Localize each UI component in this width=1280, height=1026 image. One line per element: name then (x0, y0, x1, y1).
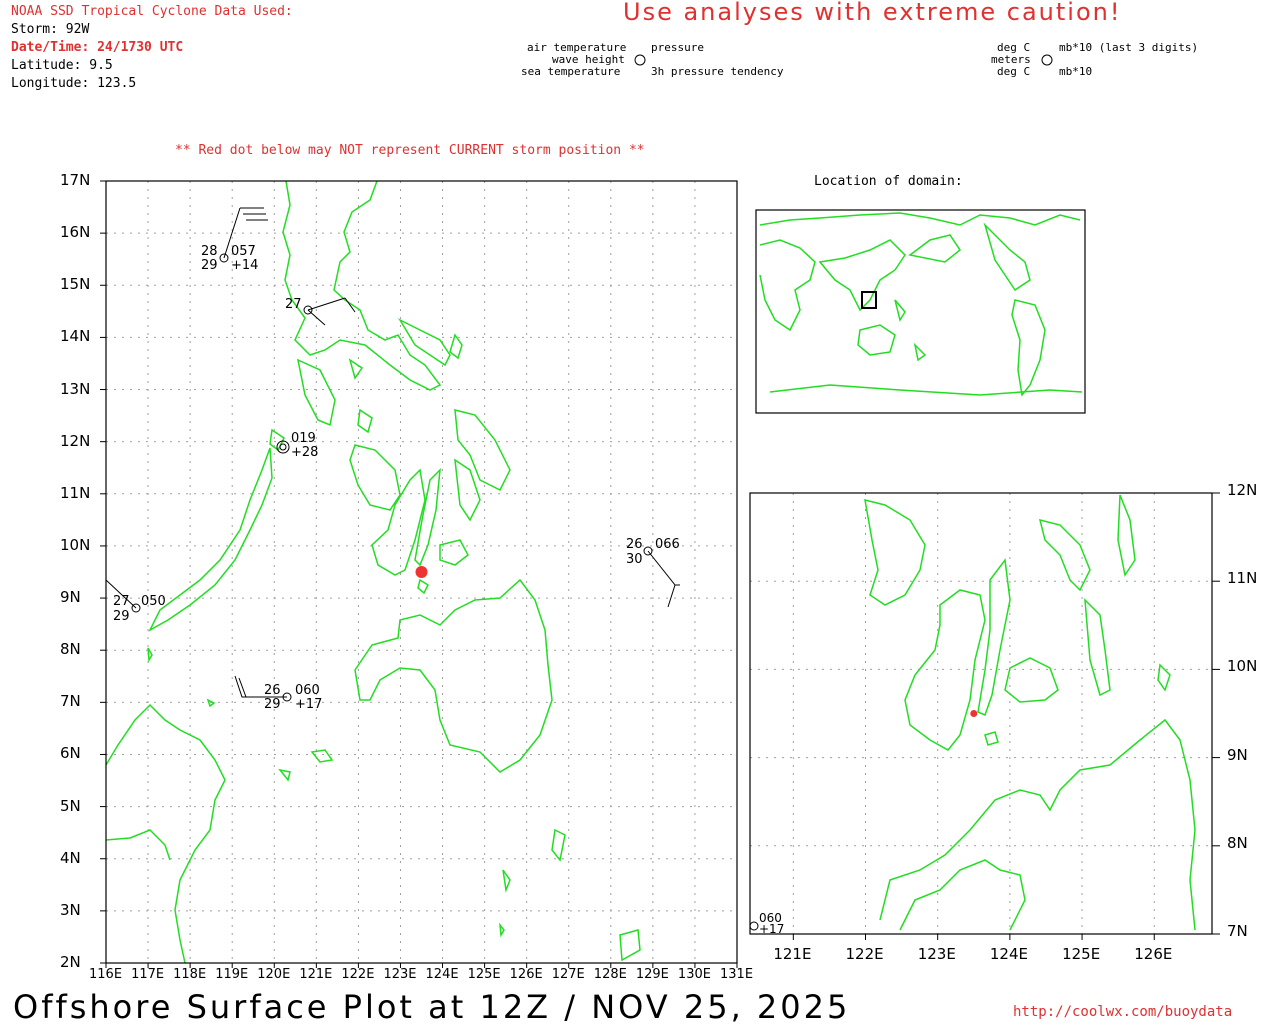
world-coastline (759, 212, 1083, 397)
station-pressure: 050 (141, 594, 166, 609)
lat-label: 2N (60, 953, 81, 971)
lat-label: 6N (60, 744, 81, 763)
inset-title: Location of domain: (814, 174, 963, 189)
station-sea-temp: 29 (201, 258, 218, 273)
lon-label: 124E (425, 967, 459, 982)
lat-label: 17N (60, 171, 91, 189)
zoom-lat-label: 12N (1227, 481, 1258, 499)
location-inset (755, 209, 1086, 414)
lon-label: 130E (677, 967, 711, 982)
lat-label: 16N (60, 223, 91, 242)
lon-label: 118E (173, 967, 207, 982)
station-air-temp: 26 (264, 683, 281, 698)
plot-canvas (100, 54, 1220, 968)
zoom-lat-label: 8N (1227, 833, 1248, 852)
zoom-lat-label: 11N (1227, 569, 1258, 588)
lat-label: 12N (60, 431, 91, 450)
zoom-lat-label: 7N (1227, 922, 1248, 940)
lat-label: 11N (60, 483, 91, 502)
station-air-temp: 26 (626, 537, 643, 552)
station-pressure: 066 (655, 537, 680, 552)
zoom-lon-label: 123E (917, 945, 956, 963)
lat-label: 9N (60, 588, 81, 607)
lat-label: 8N (60, 640, 81, 659)
station-plot (303, 297, 356, 326)
zoom-map-ticks (792, 492, 1220, 940)
station-sea-temp: 29 (113, 609, 130, 624)
zoom-map-coastline (864, 494, 1196, 931)
source-url[interactable]: http://coolwx.com/buoydata (1013, 1004, 1232, 1020)
zoom-station-circle (749, 921, 759, 931)
zoom-lon-label: 126E (1134, 945, 1173, 963)
lon-label: 123E (383, 967, 417, 982)
legend-units-circle (1041, 54, 1053, 66)
station-tendency: +17 (295, 697, 323, 712)
lon-label: 126E (509, 967, 543, 982)
station-pressure: 060 (295, 683, 320, 698)
lon-label: 122E (341, 967, 375, 982)
station-pressure: 057 (231, 244, 256, 259)
lon-label: 128E (593, 967, 627, 982)
station-tendency: +28 (291, 445, 319, 460)
legend-station-circle (634, 54, 646, 66)
zoom-lat-label: 9N (1227, 745, 1248, 764)
station-air-temp: 28 (201, 244, 218, 259)
station-plot (234, 675, 292, 702)
lon-label: 131E (720, 967, 754, 982)
zoom-lat-label: 10N (1227, 657, 1258, 676)
inset-frame (755, 209, 1086, 414)
lon-label: 129E (635, 967, 669, 982)
lon-label: 119E (215, 967, 249, 982)
storm-position-dot (415, 566, 428, 578)
lat-label: 7N (60, 692, 81, 711)
zoom-lon-label: 121E (773, 945, 812, 963)
station-air-temp: 27 (285, 297, 302, 312)
lat-label: 15N (60, 275, 91, 294)
station-pressure: 019 (291, 431, 316, 446)
lon-label: 125E (467, 967, 501, 982)
lon-label: 121E (299, 967, 333, 982)
main-map-coastline (105, 180, 641, 964)
zoom-lon-label: 122E (845, 945, 884, 963)
station-air-temp: 27 (113, 594, 130, 609)
lon-label: 120E (257, 967, 291, 982)
lon-label: 116E (89, 967, 123, 982)
plot-title: Offshore Surface Plot at 12Z / NOV 25, 2… (13, 988, 851, 1026)
lat-label: 13N (60, 379, 91, 398)
station-tendency: +14 (231, 258, 259, 273)
zoom-station-tendency: +17 (759, 922, 785, 936)
zoom-map (749, 492, 1220, 940)
zoom-storm-position-dot (970, 710, 978, 717)
lat-label: 14N (60, 327, 91, 346)
lat-label: 10N (60, 535, 91, 554)
station-sea-temp: 29 (264, 697, 281, 712)
zoom-lon-label: 125E (1062, 945, 1101, 963)
main-map (100, 180, 738, 968)
lon-label: 127E (551, 967, 585, 982)
lon-label: 117E (131, 967, 165, 982)
zoom-lon-label: 124E (989, 945, 1028, 963)
lat-label: 4N (60, 848, 81, 867)
lat-label: 5N (60, 796, 81, 815)
station-sea-temp: 30 (626, 552, 643, 567)
lat-label: 3N (60, 900, 81, 919)
